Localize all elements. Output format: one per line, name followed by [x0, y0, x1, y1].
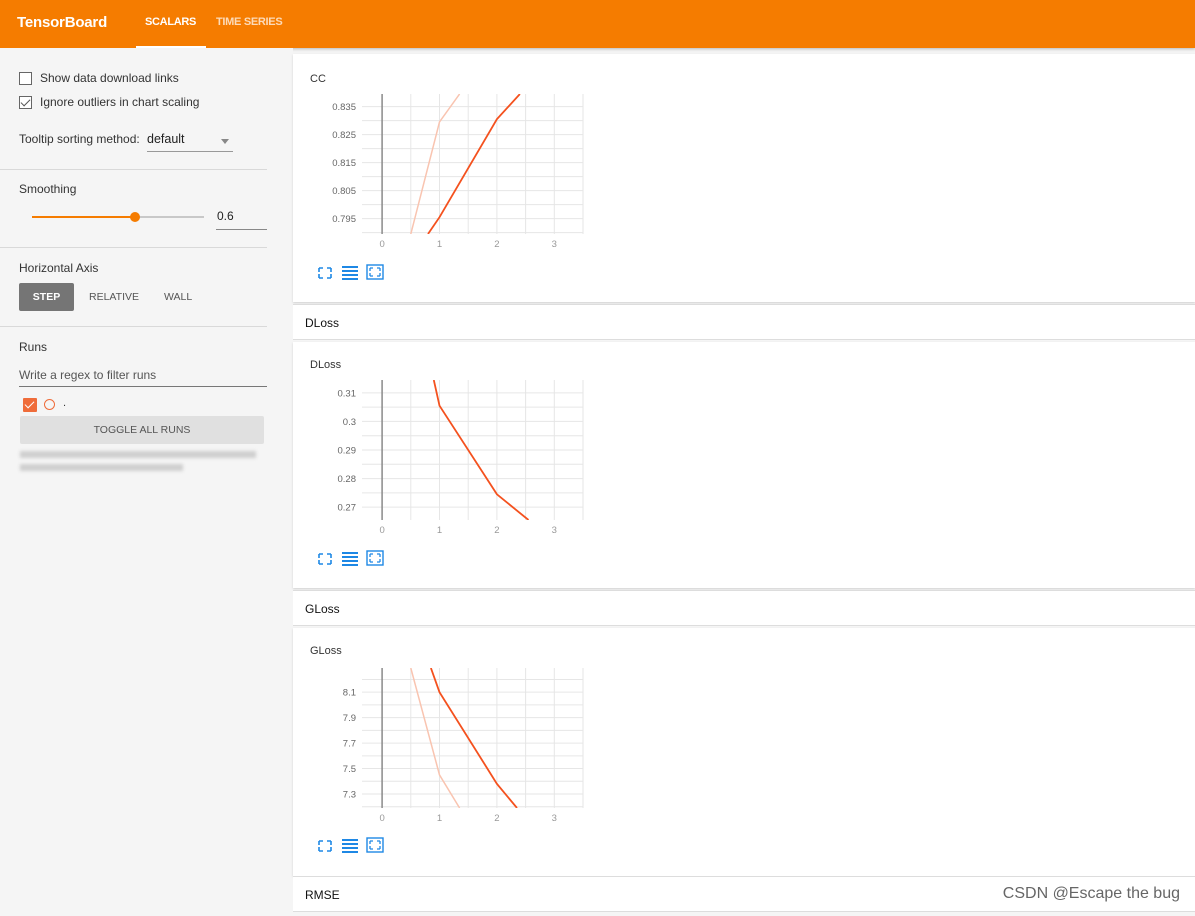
runs-label: Runs: [19, 340, 48, 354]
sidebar: Show data download links Ignore outliers…: [0, 48, 293, 916]
y-tick-label: 7.5: [343, 764, 356, 775]
x-tick-label: 2: [494, 813, 499, 824]
divider: [0, 169, 267, 170]
axis-relative-button[interactable]: RELATIVE: [89, 291, 139, 303]
show-download-links-label: Show data download links: [40, 71, 179, 85]
y-tick-label: 0.3: [343, 417, 356, 428]
series-line-smoothed: [430, 668, 518, 808]
y-tick-label: 7.9: [343, 713, 356, 724]
chart-title: DLoss: [310, 359, 342, 371]
x-tick-label: 3: [552, 239, 557, 250]
axis-wall-button[interactable]: WALL: [164, 291, 192, 303]
data-table-icon[interactable]: [341, 551, 359, 567]
y-tick-label: 0.27: [338, 503, 357, 514]
x-tick-label: 2: [494, 239, 499, 250]
ignore-outliers-label: Ignore outliers in chart scaling: [40, 95, 200, 109]
x-tick-label: 2: [494, 525, 499, 536]
run-color-circle-icon[interactable]: [44, 399, 55, 410]
top-app-bar: TensorBoard SCALARS TIME SERIES: [0, 0, 1195, 48]
y-tick-label: 0.31: [338, 388, 357, 399]
fullscreen-icon[interactable]: [316, 838, 334, 854]
series-line-smoothed: [427, 94, 521, 234]
y-tick-label: 0.28: [338, 474, 357, 485]
chart-title: GLoss: [310, 645, 342, 657]
checkbox-unchecked[interactable]: [19, 71, 32, 85]
tab-scalars[interactable]: SCALARS: [145, 16, 196, 28]
fit-domain-icon[interactable]: [366, 550, 384, 566]
main-panel: CC 0.795 0.805 0.815 0.825 0.835 0 1 2 3 DLoss D…: [293, 48, 1195, 916]
axis-step-button[interactable]: STEP: [19, 283, 74, 311]
y-tick-label: 0.825: [332, 130, 356, 141]
chart-card-gloss: GLoss 7.3 7.5 7.7 7.9 8.1 0 1 2 3: [293, 628, 1195, 876]
category-title: RMSE: [305, 888, 340, 902]
tooltip-sorting-value: default: [147, 132, 185, 146]
chart-gloss: 7.3 7.5 7.7 7.9 8.1 0 1 2 3: [343, 668, 584, 824]
data-table-icon[interactable]: [341, 838, 359, 854]
smoothing-value-input[interactable]: 0.6: [216, 209, 267, 230]
tooltip-sorting-label: Tooltip sorting method:: [19, 132, 140, 146]
y-tick-label: 0.795: [332, 214, 356, 225]
run-checkbox[interactable]: [23, 398, 37, 412]
fullscreen-icon[interactable]: [316, 265, 334, 281]
dropdown-arrow-icon: [221, 139, 229, 144]
y-tick-label: 0.805: [332, 186, 356, 197]
tab-time-series[interactable]: TIME SERIES: [216, 16, 283, 28]
x-tick-label: 3: [552, 813, 557, 824]
y-tick-label: 0.835: [332, 102, 356, 113]
chart-dloss: 0.27 0.28 0.29 0.3 0.31 0 1 2 3: [338, 380, 584, 536]
divider: [0, 247, 267, 248]
ignore-outliers-checkbox[interactable]: Ignore outliers in chart scaling: [19, 93, 199, 111]
run-name: .: [63, 397, 67, 409]
series-line-raw: [410, 668, 461, 808]
x-tick-label: 0: [379, 525, 384, 536]
category-header-gloss[interactable]: GLoss: [293, 590, 1195, 626]
y-tick-label: 7.3: [343, 790, 356, 801]
data-table-icon[interactable]: [341, 265, 359, 281]
chart-cc: 0.795 0.805 0.815 0.825 0.835 0 1 2 3: [332, 94, 584, 250]
horizontal-axis-label: Horizontal Axis: [19, 261, 99, 275]
smoothing-slider-fill: [32, 216, 136, 218]
chart-title: CC: [310, 73, 326, 85]
tooltip-sorting-select[interactable]: default: [147, 131, 233, 152]
chart-card-dloss: DLoss 0.27 0.28 0.29 0.3 0.31 0 1 2 3: [293, 342, 1195, 588]
fit-domain-icon[interactable]: [366, 264, 384, 280]
watermark: CSDN @Escape the bug: [1002, 885, 1180, 902]
runs-filter-input[interactable]: [19, 366, 267, 384]
x-tick-label: 1: [437, 239, 442, 250]
y-tick-label: 0.29: [338, 446, 357, 457]
x-tick-label: 1: [437, 813, 442, 824]
chart-card-cc: CC 0.795 0.805 0.815 0.825 0.835 0 1 2 3: [293, 54, 1195, 302]
smoothing-label: Smoothing: [19, 182, 77, 196]
y-tick-label: 8.1: [343, 688, 356, 699]
checkbox-checked[interactable]: [19, 95, 32, 109]
redacted-run-path: [20, 464, 183, 471]
y-tick-label: 0.815: [332, 158, 356, 169]
x-tick-label: 0: [379, 813, 384, 824]
divider: [0, 326, 267, 327]
toggle-all-runs-button[interactable]: TOGGLE ALL RUNS: [20, 416, 264, 444]
fullscreen-icon[interactable]: [316, 551, 334, 567]
runs-filter[interactable]: [19, 366, 267, 387]
smoothing-value: 0.6: [217, 209, 234, 223]
redacted-run-path: [20, 451, 256, 458]
smoothing-slider[interactable]: [32, 212, 204, 222]
x-tick-label: 1: [437, 525, 442, 536]
app-title: TensorBoard: [17, 14, 108, 31]
category-header-dloss[interactable]: DLoss: [293, 304, 1195, 340]
series-line-raw: [410, 94, 461, 234]
x-tick-label: 3: [552, 525, 557, 536]
x-tick-label: 0: [379, 239, 384, 250]
y-tick-label: 7.7: [343, 739, 356, 750]
show-download-links-checkbox[interactable]: Show data download links: [19, 69, 179, 87]
fit-domain-icon[interactable]: [366, 837, 384, 853]
category-title: DLoss: [305, 316, 340, 330]
smoothing-slider-thumb[interactable]: [130, 212, 141, 222]
category-title: GLoss: [305, 602, 340, 616]
